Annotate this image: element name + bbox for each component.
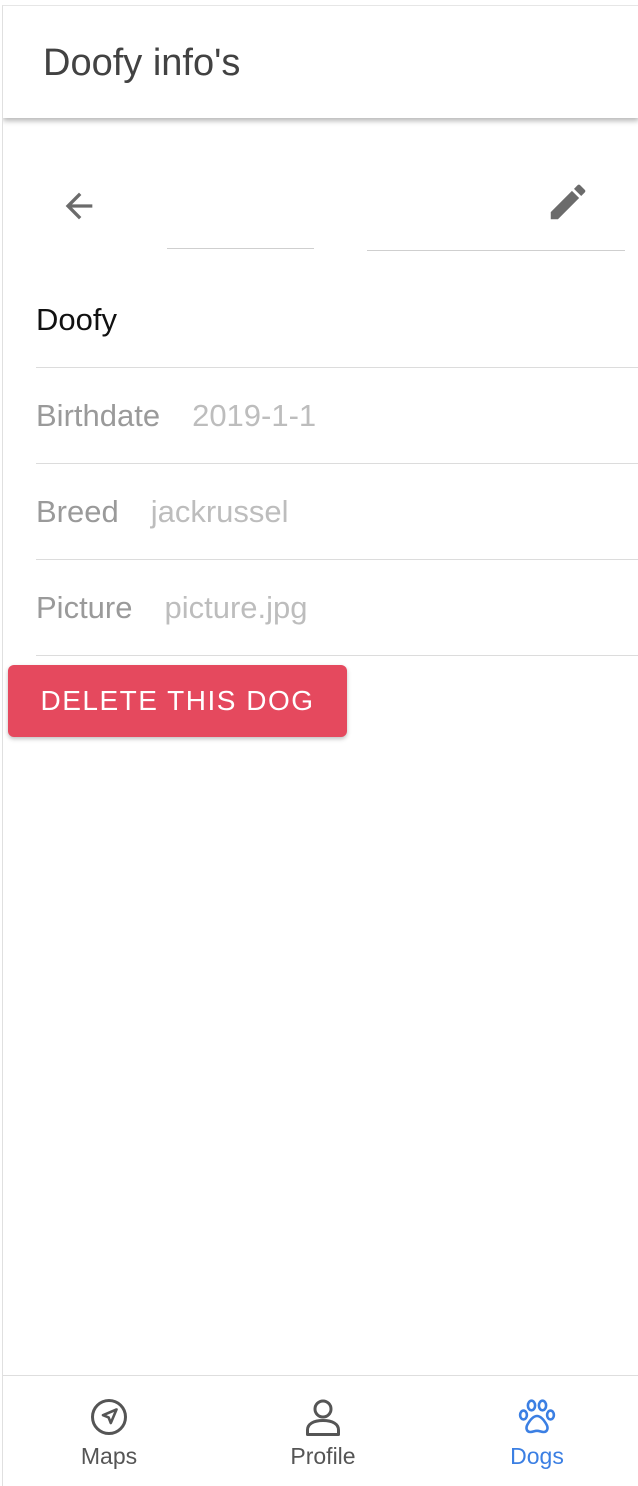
dog-name: Doofy bbox=[36, 301, 117, 337]
pencil-icon bbox=[550, 184, 586, 220]
nav-item-maps[interactable]: Maps bbox=[3, 1376, 215, 1486]
back-button[interactable] bbox=[51, 178, 107, 234]
nav-label-maps: Maps bbox=[80, 1443, 138, 1469]
dog-name-row: Doofy bbox=[36, 272, 638, 368]
page-title: Doofy info's bbox=[43, 42, 241, 84]
app-frame: Doofy info's Doofy Birthdate 2019-1-1 Br… bbox=[2, 5, 638, 1486]
nav-item-profile[interactable]: Profile bbox=[217, 1376, 429, 1486]
nav-label-dogs: Dogs bbox=[510, 1443, 564, 1469]
breed-label: Breed bbox=[36, 493, 119, 529]
breed-row: Breed jackrussel bbox=[36, 464, 638, 560]
birthdate-row: Birthdate 2019-1-1 bbox=[36, 368, 638, 464]
nav-item-dogs[interactable]: Dogs bbox=[431, 1376, 638, 1486]
arrow-left-icon bbox=[65, 192, 93, 220]
person-icon bbox=[306, 1399, 340, 1436]
navigation-arrow-icon bbox=[91, 1399, 127, 1435]
input-underline bbox=[367, 250, 625, 251]
input-underline bbox=[167, 248, 314, 249]
breed-value: jackrussel bbox=[150, 493, 289, 529]
picture-row: Picture picture.jpg bbox=[36, 560, 638, 656]
delete-dog-button[interactable]: DELETE THIS DOG bbox=[8, 665, 347, 737]
birthdate-label: Birthdate bbox=[36, 397, 161, 433]
picture-value: picture.jpg bbox=[164, 589, 308, 625]
edit-button[interactable] bbox=[540, 174, 596, 230]
birthdate-value: 2019-1-1 bbox=[192, 397, 317, 433]
bottom-navigation: Maps Profile Dogs bbox=[3, 1375, 638, 1486]
picture-label: Picture bbox=[36, 589, 133, 625]
paw-icon bbox=[518, 1399, 556, 1434]
nav-label-profile: Profile bbox=[290, 1443, 356, 1469]
app-header: Doofy info's bbox=[3, 6, 638, 118]
